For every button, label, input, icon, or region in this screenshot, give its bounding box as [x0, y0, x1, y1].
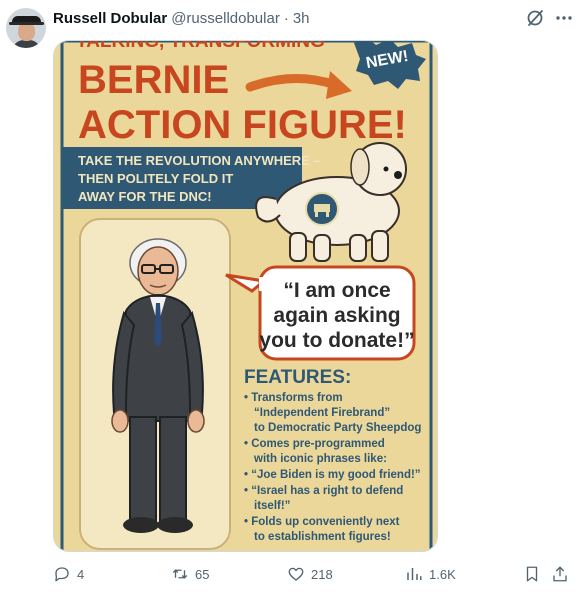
- reply-count: 4: [77, 566, 85, 582]
- timestamp[interactable]: 3h: [293, 10, 310, 27]
- more-icon[interactable]: [554, 8, 574, 28]
- handle[interactable]: @russelldobular: [171, 10, 280, 27]
- feature-line: “Independent Firebrand”: [254, 407, 390, 419]
- avatar-hat-brim: [9, 22, 44, 25]
- tweet-header: Russell Dobular @russelldobular · 3h: [53, 8, 310, 28]
- feature-line: • “Israel has a right to defend: [244, 485, 403, 497]
- action-figure-poster: TALKING, TRANSFORMING NEW! BERNIE ACTION…: [54, 41, 437, 551]
- repost-count: 65: [195, 566, 210, 582]
- feature-line: • Folds up conveniently next: [244, 516, 400, 528]
- feature-line: to Democratic Party Sheepdog: [254, 422, 421, 434]
- share-icon: [553, 566, 567, 582]
- features-heading: FEATURES:: [244, 367, 351, 388]
- avatar[interactable]: [6, 8, 46, 48]
- quote-line-2: again asking: [273, 304, 400, 327]
- views-count: 1.6K: [429, 566, 456, 582]
- reply-icon: [55, 567, 69, 582]
- feature-line: to establishment figures!: [254, 531, 391, 543]
- title-line-1: BERNIE: [78, 58, 229, 102]
- tagline-line-3: AWAY FOR THE DNC!: [78, 189, 212, 204]
- tweet-image[interactable]: TALKING, TRANSFORMING NEW! BERNIE ACTION…: [53, 40, 438, 552]
- like-icon: [288, 567, 304, 581]
- feature-line: • “Joe Biden is my good friend!”: [244, 469, 421, 481]
- tweet: Russell Dobular @russelldobular · 3h TAL…: [0, 0, 577, 592]
- avatar-body: [12, 40, 41, 48]
- feature-line: with iconic phrases like:: [253, 453, 387, 465]
- top-text: TALKING, TRANSFORMING: [76, 41, 325, 52]
- separator-dot: ·: [283, 9, 289, 27]
- feature-line: itself!”: [254, 500, 290, 512]
- share-button[interactable]: [551, 562, 569, 586]
- bookmark-icon: [526, 566, 538, 582]
- quote-line-3: you to donate!”: [259, 329, 414, 352]
- repost-button[interactable]: 65: [171, 562, 209, 586]
- tagline-line-1: TAKE THE REVOLUTION ANYWHERE –: [78, 153, 321, 168]
- title-line-2: ACTION FIGURE!: [78, 103, 407, 147]
- bookmark-button[interactable]: [523, 562, 541, 586]
- tagline-line-2: THEN POLITELY FOLD IT: [78, 171, 233, 186]
- quote-line-1: “I am once: [283, 279, 390, 302]
- like-count: 218: [311, 566, 333, 582]
- grok-icon[interactable]: [525, 8, 545, 28]
- repost-icon: [172, 569, 188, 579]
- feature-line: • Comes pre-programmed: [244, 438, 385, 450]
- display-name[interactable]: Russell Dobular: [53, 10, 167, 27]
- feature-line: • Transforms from: [244, 392, 343, 404]
- like-button[interactable]: 218: [287, 562, 333, 586]
- views-icon: [407, 568, 422, 580]
- reply-button[interactable]: 4: [53, 562, 84, 586]
- views-button[interactable]: 1.6K: [405, 562, 456, 586]
- action-bar: 4 65 218 1.6K: [0, 562, 577, 586]
